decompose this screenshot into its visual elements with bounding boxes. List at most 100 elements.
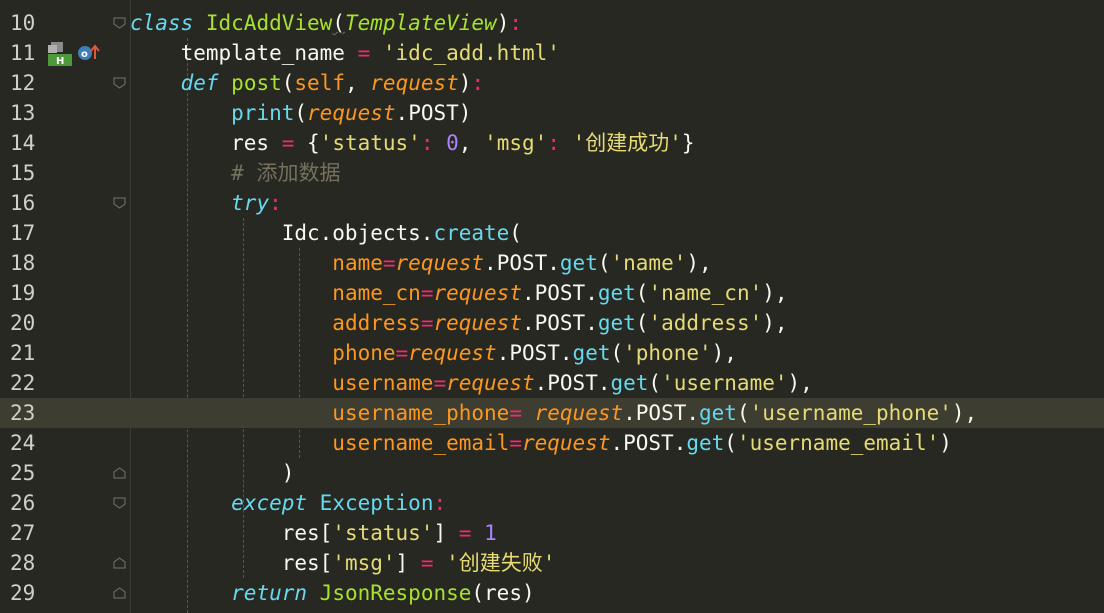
- line-number: 24: [10, 431, 36, 455]
- token: (: [635, 311, 649, 335]
- token: '创建成功': [572, 131, 682, 155]
- code-text: address=request.POST.get('address'),: [130, 308, 787, 338]
- token: print: [231, 101, 295, 125]
- token: =: [509, 401, 522, 425]
- code-line-23[interactable]: 23 username_phone= request.POST.get('use…: [0, 398, 1104, 428]
- code-line-26[interactable]: 26 except Exception:: [0, 488, 1104, 518]
- token: (: [294, 101, 308, 125]
- token: name: [332, 251, 383, 275]
- code-line-13[interactable]: 13 print(request.POST): [0, 98, 1104, 128]
- code-line-28[interactable]: 28 res['msg'] = '创建失败': [0, 548, 1104, 578]
- token: 1: [484, 521, 497, 545]
- token: request: [521, 431, 611, 455]
- code-line-15[interactable]: 15 # 添加数据: [0, 158, 1104, 188]
- fold-end-icon[interactable]: [113, 557, 126, 569]
- code-line-17[interactable]: 17 Idc.objects.create(: [0, 218, 1104, 248]
- token: res[: [130, 521, 333, 545]
- token: ): [496, 11, 510, 35]
- code-line-24[interactable]: 24 username_email=request.POST.get('user…: [0, 428, 1104, 458]
- token: =: [433, 371, 447, 395]
- fold-start-icon[interactable]: [113, 77, 126, 89]
- token: =: [281, 131, 295, 155]
- token: :: [471, 71, 485, 95]
- token: request: [370, 71, 459, 95]
- code-line-19[interactable]: 19 name_cn=request.POST.get('name_cn'),: [0, 278, 1104, 308]
- code-text: ): [130, 458, 295, 488]
- token: (: [597, 251, 611, 275]
- code-line-25[interactable]: 25 ): [0, 458, 1104, 488]
- token: =: [420, 281, 434, 305]
- code-text: # 添加数据: [130, 158, 340, 188]
- code-line-12[interactable]: 12 def post(self, request):: [0, 68, 1104, 98]
- token: ,: [458, 131, 485, 155]
- token: (: [648, 371, 662, 395]
- code-text: name_cn=request.POST.get('name_cn'),: [130, 278, 787, 308]
- code-text: username=request.POST.get('username'),: [130, 368, 813, 398]
- token: res[: [130, 551, 333, 575]
- code-line-20[interactable]: 20 address=request.POST.get('address'),: [0, 308, 1104, 338]
- code-line-14[interactable]: 14 res = {'status': 0, 'msg': '创建成功'}: [0, 128, 1104, 158]
- token: get: [699, 401, 737, 425]
- code-line-21[interactable]: 21 phone=request.POST.get('phone'),: [0, 338, 1104, 368]
- fold-start-icon[interactable]: [113, 497, 126, 509]
- token: =: [509, 431, 522, 455]
- token: try: [231, 191, 270, 215]
- code-text: def post(self, request):: [130, 68, 485, 98]
- code-text: return JsonResponse(res): [130, 578, 534, 608]
- code-line-27[interactable]: 27 res['status'] = 1: [0, 518, 1104, 548]
- token: get: [597, 311, 636, 335]
- fold-end-icon[interactable]: [113, 467, 126, 479]
- token: Exception: [319, 491, 434, 515]
- fold-start-icon[interactable]: [113, 17, 126, 29]
- token: get: [686, 431, 725, 455]
- token: :: [269, 191, 282, 215]
- token: except: [231, 491, 308, 515]
- token: # 添加数据: [231, 161, 341, 185]
- code-text: class IdcAddView(TemplateView):: [130, 8, 522, 38]
- code-line-16[interactable]: 16 try:: [0, 188, 1104, 218]
- line-number: 17: [10, 221, 36, 245]
- code-text: res['msg'] = '创建失败': [130, 548, 556, 578]
- token: ]: [433, 521, 459, 545]
- code-line-29[interactable]: 29 return JsonResponse(res): [0, 578, 1104, 608]
- code-text: username_phone= request.POST.get('userna…: [130, 398, 977, 428]
- fold-end-icon[interactable]: [113, 587, 126, 599]
- code-line-18[interactable]: 18 name=request.POST.get('name'),: [0, 248, 1104, 278]
- token: :: [547, 131, 560, 155]
- token: phone: [332, 341, 396, 365]
- line-number: 14: [10, 131, 36, 155]
- code-line-22[interactable]: 22 username=request.POST.get('username')…: [0, 368, 1104, 398]
- token: .POST.: [534, 371, 611, 395]
- token: address: [332, 311, 421, 335]
- code-text: Idc.objects.create(: [130, 218, 522, 248]
- code-line-11[interactable]: 11 template_name = 'idc_add.html': [0, 38, 1104, 68]
- token: (: [736, 401, 750, 425]
- line-number: 15: [10, 161, 36, 185]
- token: request: [408, 341, 497, 365]
- line-number: 25: [10, 461, 36, 485]
- token: .POST.: [610, 431, 687, 455]
- fold-start-icon[interactable]: [113, 197, 126, 209]
- token: res: [130, 131, 282, 155]
- token: request: [446, 371, 535, 395]
- token: ),: [787, 371, 813, 395]
- token: class: [130, 11, 194, 35]
- token: (: [332, 11, 345, 35]
- line-number: 26: [10, 491, 36, 515]
- code-line-10[interactable]: 10 class IdcAddView(TemplateView):: [0, 8, 1104, 38]
- token: =: [420, 311, 434, 335]
- token: get: [572, 341, 611, 365]
- code-editor[interactable]: H o 10 class IdcAddView(TemplateView): 11 …: [0, 0, 1104, 613]
